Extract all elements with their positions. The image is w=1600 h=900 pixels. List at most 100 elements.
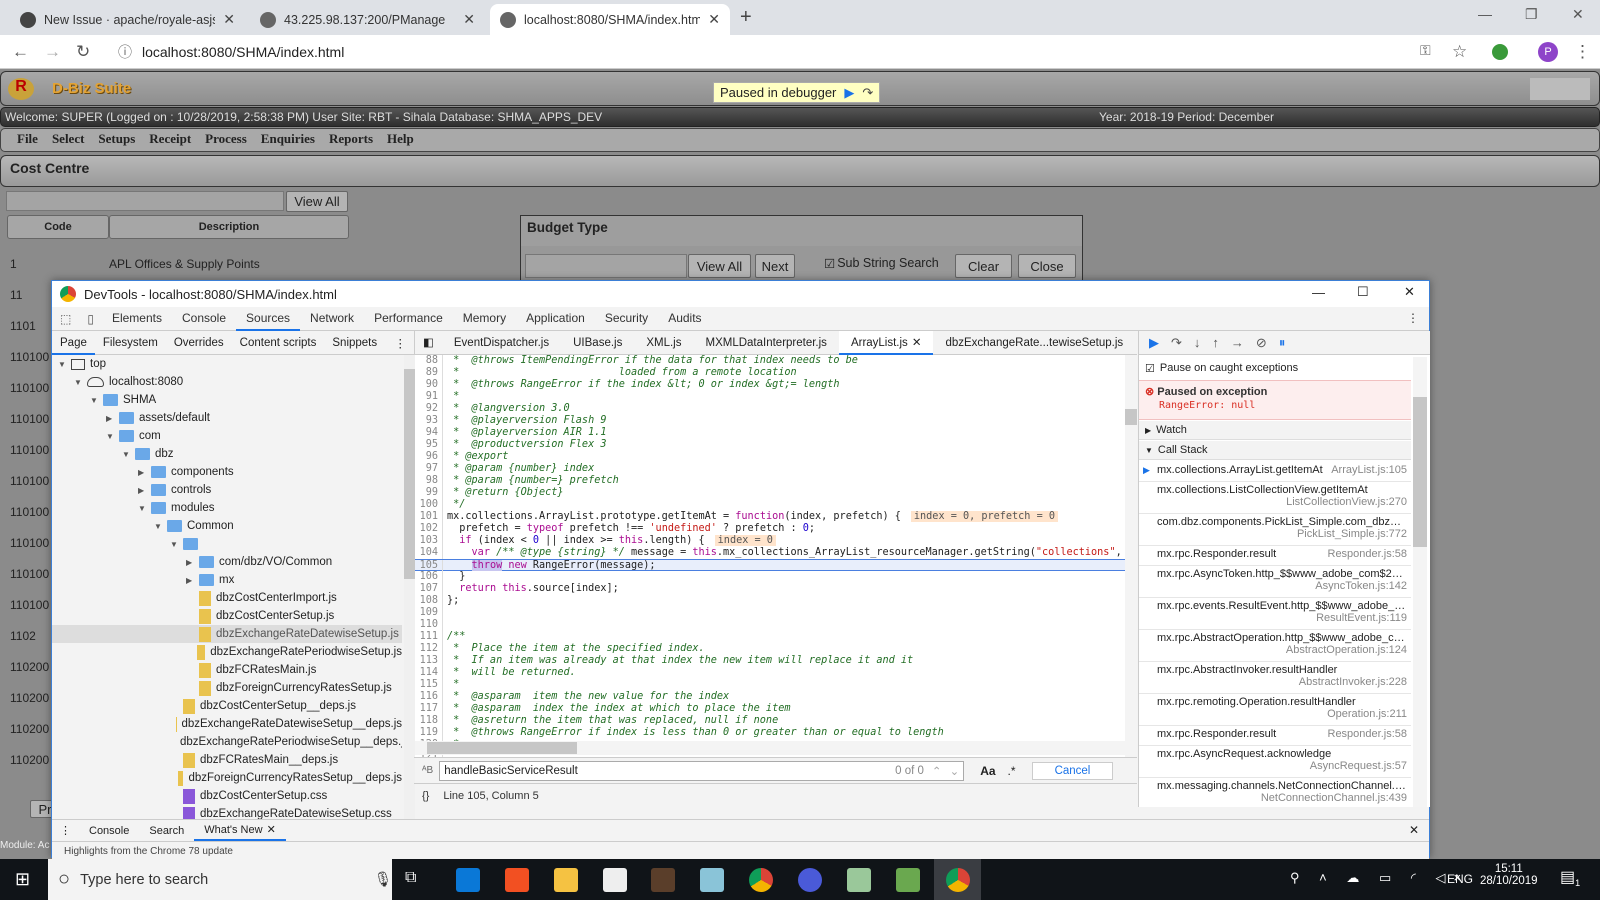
previous-match-icon[interactable]: ⌃	[932, 764, 942, 778]
tree-item[interactable]: ▼ dbz	[52, 445, 402, 463]
tab-memory[interactable]: Memory	[453, 307, 516, 331]
close-tab-icon[interactable]: ✕	[463, 11, 475, 28]
line-number[interactable]: 107	[415, 583, 443, 595]
call-frame-location[interactable]: AbstractOperation.js:124	[1157, 644, 1407, 656]
pause-on-exceptions-icon[interactable]: ⏸	[1279, 335, 1286, 351]
extension-icon[interactable]	[1492, 44, 1508, 60]
menu-setups[interactable]: Setups	[98, 131, 135, 149]
clear-button[interactable]: Clear	[955, 254, 1012, 278]
call-frame-location[interactable]: AsyncToken.js:142	[1157, 580, 1407, 592]
file-explorer-icon[interactable]	[554, 868, 578, 892]
reload-icon[interactable]: ↻	[76, 42, 90, 62]
browser-tab[interactable]: New Issue · apache/royale-asjs ✕	[10, 4, 245, 35]
close-tab-icon[interactable]: ✕	[708, 11, 720, 28]
line-number[interactable]: 101	[415, 511, 443, 523]
system-tray-icons[interactable]: ⚲ ˄ ☁ ▭ ◜ ◁×	[1290, 870, 1469, 886]
maximize-button[interactable]: ❐	[1525, 6, 1538, 23]
resume-icon[interactable]: ▶	[844, 85, 854, 101]
navigator-tab[interactable]: Overrides	[166, 331, 232, 355]
tree-item[interactable]: dbzExchangeRatePeriodwiseSetup.js	[52, 643, 402, 661]
line-number[interactable]: 92	[415, 403, 443, 415]
sidebar-scrollbar[interactable]	[1413, 357, 1427, 807]
code-line[interactable]: 107 return this.source[index];	[415, 583, 1125, 595]
code-line[interactable]: 93 * @playerversion Flash 9	[415, 415, 1125, 427]
line-number[interactable]: 91	[415, 391, 443, 403]
list-row-code[interactable]: 110200	[10, 722, 49, 736]
tree-item[interactable]: ▶ controls	[52, 481, 402, 499]
code-line[interactable]: 98 * @param {number=} prefetch	[415, 475, 1125, 487]
app-icon[interactable]	[651, 868, 675, 892]
call-frame[interactable]: mx.rpc.AbstractInvoker.resultHandler Abst…	[1139, 662, 1411, 694]
step-icon[interactable]: →	[1231, 335, 1244, 350]
step-over-icon[interactable]: ↷	[862, 85, 873, 101]
replace-toggle-icon[interactable]: ᴬB	[422, 765, 433, 776]
navigator-tab[interactable]: Content scripts	[232, 331, 325, 355]
view-all-button[interactable]: View All	[688, 254, 751, 278]
call-frame[interactable]: mx.rpc.remoting.Operation.resultHandler O…	[1139, 694, 1411, 726]
edge-icon[interactable]	[456, 868, 480, 892]
call-frame[interactable]: mx.rpc.AsyncToken.http_$$www_adobe_com$2…	[1139, 566, 1411, 598]
list-row-code[interactable]: 110100	[10, 536, 49, 550]
code-line[interactable]: 89 * loaded from a remote location	[415, 367, 1125, 379]
collapsed-arrow-icon[interactable]: ▶	[138, 468, 146, 477]
list-row-code[interactable]: 110100	[10, 381, 49, 395]
maximize-button[interactable]: ☐	[1357, 284, 1369, 300]
code-line[interactable]: 110	[415, 619, 1125, 631]
list-row-code[interactable]: 1101	[10, 319, 36, 333]
step-into-icon[interactable]: ↓	[1194, 335, 1201, 350]
call-frame[interactable]: ▶ mx.collections.ArrayList.getItemAt Array…	[1139, 462, 1411, 482]
clock[interactable]: 15:11 28/10/2019	[1480, 863, 1538, 887]
next-button[interactable]: Next	[755, 254, 795, 278]
inspect-element-icon[interactable]: ⬚	[52, 312, 79, 326]
line-number[interactable]: 88	[415, 355, 443, 367]
close-tab-icon[interactable]: ✕	[267, 824, 276, 836]
deactivate-breakpoints-icon[interactable]: ⊘	[1256, 335, 1267, 351]
tree-item[interactable]: ▶ assets/default	[52, 409, 402, 427]
cost-centre-search-input[interactable]	[6, 191, 284, 211]
code-line[interactable]: 112 * Place the item at the specified in…	[415, 643, 1125, 655]
collapsed-arrow-icon[interactable]: ▶	[186, 558, 194, 567]
code-line[interactable]: 96 * @export	[415, 451, 1125, 463]
list-row-code[interactable]: 110100	[10, 567, 49, 581]
view-all-button[interactable]: View All	[286, 191, 348, 212]
call-frame-location[interactable]: ListCollectionView.js:270	[1157, 496, 1407, 508]
code-line[interactable]: 95 * @productversion Flex 3	[415, 439, 1125, 451]
code-line[interactable]: 97 * @param {number} index	[415, 463, 1125, 475]
collapsed-arrow-icon[interactable]: ▶	[106, 414, 114, 423]
tree-scrollbar[interactable]	[404, 355, 415, 821]
call-frame[interactable]: mx.messaging.channels.NetConnectionChann…	[1139, 778, 1411, 807]
microphone-icon[interactable]: 🎙	[374, 871, 392, 888]
expanded-arrow-icon[interactable]: ▼	[138, 504, 146, 513]
navigator-tab[interactable]: Snippets	[324, 331, 385, 355]
list-row-code[interactable]: 1	[10, 257, 17, 271]
budget-search-input[interactable]	[525, 254, 687, 278]
line-number[interactable]: 116	[415, 691, 443, 703]
call-frame-location[interactable]: PickList_Simple.js:772	[1157, 528, 1407, 540]
list-row-description[interactable]: APL Offices & Supply Points	[109, 257, 260, 271]
tree-item[interactable]: dbzCostCenterSetup.js	[52, 607, 402, 625]
line-number[interactable]: 100	[415, 499, 443, 511]
code-line[interactable]: 118 * @asreturn the item that was replac…	[415, 715, 1125, 727]
tree-item[interactable]: ▼	[52, 535, 402, 553]
checkbox-icon[interactable]: ☑	[824, 256, 835, 271]
tree-item[interactable]: dbzCostCenterSetup__deps.js	[52, 697, 402, 715]
line-number[interactable]: 93	[415, 415, 443, 427]
list-row-code[interactable]: 110200	[10, 660, 49, 674]
code-line[interactable]: 102 prefetch = typeof prefetch !== 'unde…	[415, 523, 1125, 535]
tree-item[interactable]: dbzCostCenterImport.js	[52, 589, 402, 607]
expanded-arrow-icon[interactable]: ▼	[74, 378, 82, 387]
code-line[interactable]: 88 * @throws ItemPendingError if the dat…	[415, 355, 1125, 367]
call-frame-location[interactable]: ArrayList.js:105	[1331, 464, 1407, 479]
tree-item[interactable]: dbzExchangeRateDatewiseSetup__deps.js	[52, 715, 402, 733]
line-number[interactable]: 96	[415, 451, 443, 463]
code-line[interactable]: 115 *	[415, 679, 1125, 691]
profile-avatar[interactable]: P	[1538, 42, 1558, 62]
code-line[interactable]: 92 * @langversion 3.0	[415, 403, 1125, 415]
tab-console[interactable]: Console	[172, 307, 236, 331]
call-frame-location[interactable]: AbstractInvoker.js:228	[1157, 676, 1407, 688]
close-window-button[interactable]: ✕	[1572, 6, 1584, 23]
tree-item[interactable]: ▶ mx	[52, 571, 402, 589]
call-frame[interactable]: mx.rpc.AsyncRequest.acknowledge AsyncRequ…	[1139, 746, 1411, 778]
call-frame-location[interactable]: AsyncRequest.js:57	[1157, 760, 1407, 772]
devtools-menu-icon[interactable]: ⋮	[1407, 311, 1419, 325]
